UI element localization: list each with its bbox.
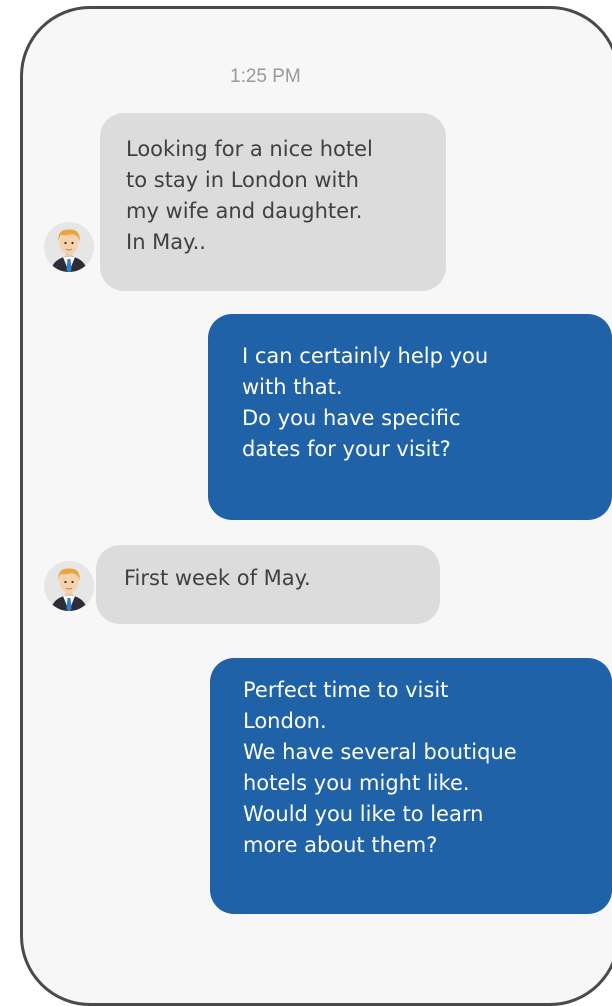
incoming-message-bubble: First week of May. (96, 545, 440, 624)
incoming-message-bubble: Looking for a nice hotel to stay in Lond… (100, 113, 446, 291)
user-avatar-icon (44, 222, 94, 272)
message-timestamp: 1:25 PM (230, 66, 301, 87)
user-avatar-icon (44, 561, 94, 611)
outgoing-message-bubble: I can certainly help you with that. Do y… (208, 314, 612, 520)
outgoing-message-bubble: Perfect time to visit London. We have se… (210, 658, 612, 914)
